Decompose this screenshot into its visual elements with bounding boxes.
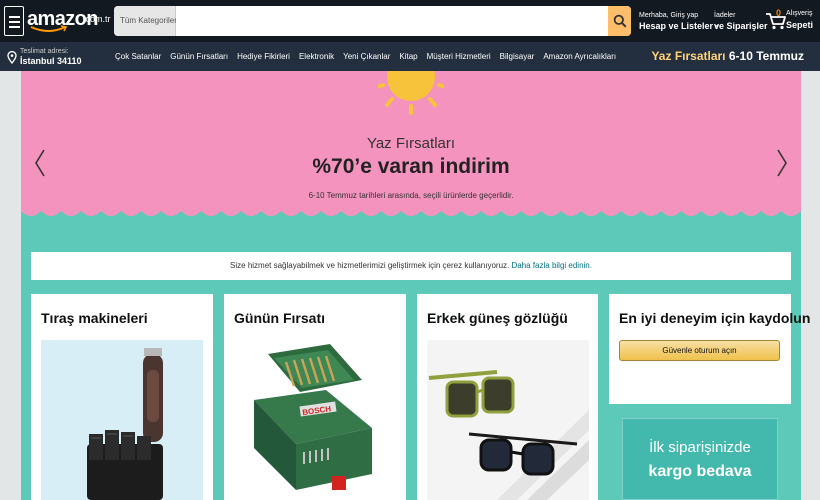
sign-in-button[interactable]: Güvenle oturum açın: [619, 340, 780, 361]
nav-link-new-releases[interactable]: Yeni Çıkanlar: [343, 52, 390, 61]
search-icon: [613, 14, 627, 28]
nav-link-bestsellers[interactable]: Çok Satanlar: [115, 52, 161, 61]
search-input[interactable]: [176, 6, 609, 36]
promo-title: Yaz Fırsatları: [651, 49, 726, 63]
card-sign-in: En iyi deneyim için kaydolun Güvenle otu…: [609, 294, 811, 404]
search-bar: Tüm Kategoriler: [114, 6, 631, 36]
sun-icon: [378, 71, 444, 115]
account-menu[interactable]: Merhaba, Giriş yap Hesap ve Listeler: [639, 11, 720, 32]
nav-link-electronics[interactable]: Elektronik: [299, 52, 334, 61]
nav-link-prime[interactable]: Amazon Ayrıcalıkları: [543, 52, 616, 61]
card-deal-of-the-day[interactable]: Günün Fırsatı BOSCH: [224, 294, 406, 500]
card-shavers[interactable]: Tıraş makineleri: [31, 294, 213, 500]
returns-label: İadeler: [714, 12, 736, 19]
cookie-learn-more-link[interactable]: Daha fazla bilgi edinin.: [511, 261, 592, 270]
nav-link-customer-service[interactable]: Müşteri Hizmetleri: [427, 52, 491, 61]
search-button[interactable]: [608, 6, 631, 36]
search-category-dropdown[interactable]: Tüm Kategoriler: [114, 6, 185, 36]
nav-link-deals[interactable]: Günün Fırsatları: [170, 52, 228, 61]
promo-dates: 6-10 Temmuz: [728, 49, 804, 63]
hero-title: Yaz Fırsatları: [366, 135, 456, 152]
orders-label: ve Siparişler: [714, 21, 768, 31]
ad-line2: kargo bedava: [648, 463, 752, 480]
summer-deals-promo[interactable]: Yaz Fırsatları 6-10 Temmuz: [651, 49, 804, 63]
ad-line1: İlk siparişinizde: [649, 439, 751, 456]
bosch-drill-set-image[interactable]: BOSCH: [234, 340, 396, 500]
menu-icon[interactable]: [4, 6, 24, 36]
cart-label-line1: Alışveriş: [786, 10, 813, 17]
search-category-label: Tüm Kategoriler: [120, 16, 177, 25]
card-title: Tıraş makineleri: [41, 310, 148, 326]
delivery-address: İstanbul 34110: [20, 56, 82, 66]
sunglasses-image[interactable]: [427, 340, 589, 500]
nav-link-computers[interactable]: Bilgisayar: [500, 52, 535, 61]
cart-count: 0: [776, 8, 782, 18]
delivery-label: Teslimat adresi:: [20, 48, 69, 55]
sub-nav: Teslimat adresi: İstanbul 34110 Çok Sata…: [0, 42, 820, 71]
nav-links: Çok Satanlar Günün Fırsatları Hediye Fik…: [115, 42, 625, 71]
logo-smile-icon: [30, 25, 68, 32]
cart-label-line2: Sepeti: [786, 20, 814, 30]
free-shipping-ad[interactable]: İlk siparişinizde kargo bedava: [622, 418, 778, 500]
hero-headline: %70’e varan indirim: [312, 155, 510, 178]
nav-link-books[interactable]: Kitap: [399, 52, 417, 61]
card-title: En iyi deneyim için kaydolun: [619, 310, 811, 326]
chevron-right-icon[interactable]: [775, 148, 789, 178]
card-mens-sunglasses[interactable]: Erkek güneş gözlüğü: [417, 294, 598, 500]
location-pin-icon: [7, 51, 17, 64]
hero-subtitle: 6-10 Temmuz tarihleri arasında, seçili ü…: [308, 191, 514, 200]
shaver-image[interactable]: [41, 340, 203, 500]
cart-button[interactable]: 0 Alışveriş Sepeti: [765, 8, 815, 34]
cookie-text: Size hizmet sağlayabilmek ve hizmetlerim…: [230, 261, 510, 270]
cookie-notice: Size hizmet sağlayabilmek ve hizmetlerim…: [31, 252, 791, 280]
hero-wave-divider: [21, 203, 801, 216]
card-title: Günün Fırsatı: [234, 310, 325, 326]
top-nav: amazon .com.tr Tüm Kategoriler Merhaba, …: [0, 0, 820, 42]
returns-orders-link[interactable]: İadeler ve Siparişler: [714, 11, 768, 32]
card-title: Erkek güneş gözlüğü: [427, 310, 568, 326]
chevron-left-icon[interactable]: [33, 148, 47, 178]
account-greeting: Merhaba, Giriş yap: [639, 12, 699, 19]
logo-tld: .com.tr: [83, 14, 111, 24]
account-lists-label: Hesap ve Listeler: [639, 21, 714, 31]
nav-link-gift-ideas[interactable]: Hediye Fikirleri: [237, 52, 290, 61]
